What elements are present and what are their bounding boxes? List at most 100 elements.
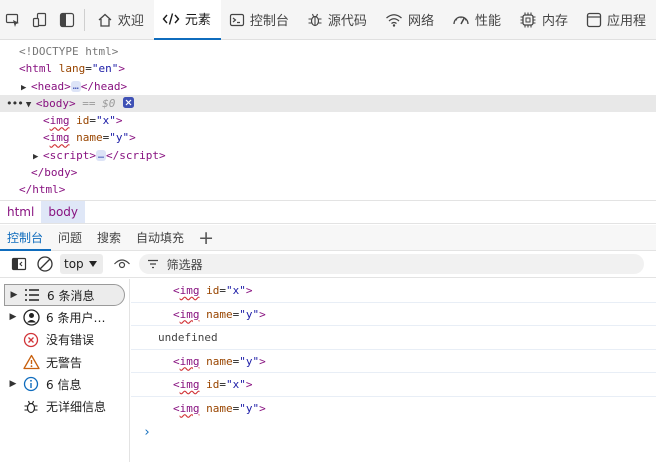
chevron-down-icon: [88, 261, 97, 267]
clear-console-icon[interactable]: [32, 251, 58, 277]
dock-side-icon[interactable]: [53, 0, 80, 40]
error-icon: [22, 331, 40, 349]
console-message[interactable]: <img name="y">: [131, 397, 656, 421]
tab-application[interactable]: 应用程: [578, 0, 656, 40]
app-icon: [586, 12, 602, 27]
expand-triangle-icon[interactable]: ▶: [5, 290, 23, 300]
dollar-zero-note: == $0: [82, 96, 116, 110]
drawer-tab-console[interactable]: 控制台: [0, 225, 52, 251]
wifi-icon: [386, 13, 402, 27]
sidebar-item-label: 6 条消息: [47, 288, 95, 303]
tag-name: img: [179, 354, 200, 368]
device-emulation-icon[interactable]: [27, 0, 54, 40]
sidebar-item-user-messages[interactable]: ▶ 6 条用户…: [4, 306, 129, 328]
toolbar-separator: [83, 8, 85, 31]
attr-value: "y": [239, 401, 260, 415]
sidebar-item-label: 无详细信息: [46, 400, 107, 415]
prompt-chevron-icon: ›: [143, 425, 151, 440]
tag-name: script: [119, 148, 160, 162]
tag-name: head: [94, 79, 121, 93]
tree-body-close[interactable]: </body>: [0, 164, 656, 181]
breadcrumb: html body: [0, 200, 656, 224]
filter-input[interactable]: 筛选器: [138, 254, 644, 274]
drawer-tab-issues[interactable]: 问题: [51, 225, 90, 251]
console-message[interactable]: <img id="x">: [131, 373, 656, 397]
filter-icon: [147, 259, 158, 269]
console-messages: <img id="x"> <img name="y"> undefined <i…: [131, 279, 656, 462]
console-toolbar: top 筛选器: [0, 251, 656, 278]
attr-name: id: [206, 378, 220, 391]
tree-html-open[interactable]: <html lang="en">: [0, 60, 656, 77]
gauge-icon: [453, 15, 469, 24]
attr-value: "x": [96, 114, 116, 128]
tree-img-x[interactable]: <img id="x">: [0, 112, 656, 129]
attr-name: id: [76, 114, 90, 128]
tag-name: body: [42, 96, 70, 110]
elements-tree: <!DOCTYPE html> <html lang="en"> ▶ <head>…: [0, 40, 656, 200]
breadcrumb-body[interactable]: body: [41, 201, 86, 223]
tab-memory[interactable]: 内存: [511, 0, 578, 40]
tree-head[interactable]: ▶ <head>… </head>: [0, 78, 656, 95]
devtools-toolbar: 欢迎 元素 控制台 源代码 网络 性能 内存 应用程: [0, 0, 656, 40]
sidebar-item-warnings[interactable]: 无警告: [4, 351, 129, 373]
tree-doctype[interactable]: <!DOCTYPE html>: [0, 43, 656, 60]
filter-placeholder: 筛选器: [166, 257, 203, 272]
tab-welcome[interactable]: 欢迎: [89, 0, 154, 40]
expand-triangle-icon[interactable]: ▶: [4, 379, 22, 389]
doctype-text: <!DOCTYPE html>: [19, 45, 119, 58]
sidebar-item-messages[interactable]: ▶ 6 条消息: [4, 284, 125, 307]
tab-label: 性能: [474, 14, 501, 29]
tree-body-selected[interactable]: ••• ▼ <body> == $0: [0, 94, 656, 113]
drawer-tab-autofill[interactable]: 自动填充: [129, 225, 192, 251]
live-expression-eye-icon[interactable]: [109, 251, 135, 277]
tree-html-close[interactable]: </html>: [0, 181, 656, 198]
home-icon: [98, 13, 112, 27]
console-message[interactable]: <img id="x">: [131, 279, 656, 303]
tag-name: img: [179, 401, 200, 415]
tag-name: script: [49, 148, 90, 162]
inspect-element-icon[interactable]: [0, 0, 27, 40]
sidebar-item-label: 无警告: [46, 355, 83, 370]
attr-name: lang: [58, 62, 86, 76]
tag-name: head: [37, 79, 65, 93]
screenshot-badge-icon[interactable]: [122, 96, 135, 109]
tree-script[interactable]: ▶ <script>… </script>: [0, 147, 656, 164]
tab-performance[interactable]: 性能: [444, 0, 511, 40]
user-icon: [22, 308, 40, 326]
tab-elements[interactable]: 元素: [153, 0, 221, 40]
sidebar-item-label: 6 条用户…: [46, 310, 106, 325]
attr-name: name: [76, 131, 103, 145]
tab-label: 欢迎: [117, 14, 144, 29]
console-message[interactable]: undefined: [131, 326, 656, 350]
sidebar-item-verbose[interactable]: 无详细信息: [4, 395, 129, 417]
context-selector[interactable]: top: [60, 254, 103, 274]
tag-name: body: [44, 166, 71, 180]
more-options-icon[interactable]: •••: [6, 97, 24, 110]
collapsed-ellipsis-icon[interactable]: …: [70, 80, 81, 92]
tab-network[interactable]: 网络: [377, 0, 444, 40]
sidebar-item-info[interactable]: ▶ 6 信息: [4, 373, 129, 395]
console-prompt-input[interactable]: ›: [131, 420, 656, 446]
attr-name: name: [206, 354, 233, 368]
undefined-result: undefined: [158, 331, 218, 344]
breadcrumb-html[interactable]: html: [0, 201, 41, 223]
attr-value: "y": [109, 131, 130, 145]
expand-triangle-icon[interactable]: ▶: [4, 312, 22, 322]
bug-verbose-icon: [22, 398, 40, 416]
sidebar-item-errors[interactable]: 没有错误: [4, 329, 129, 351]
sidebar-item-label: 6 信息: [46, 377, 82, 392]
tab-console[interactable]: 控制台: [221, 0, 299, 40]
drawer-tab-search[interactable]: 搜索: [90, 225, 129, 251]
tab-label: 网络: [407, 14, 434, 29]
tab-sources[interactable]: 源代码: [299, 0, 377, 40]
tree-img-y[interactable]: <img name="y">: [0, 129, 656, 146]
attr-value: "en": [91, 62, 119, 76]
console-message[interactable]: <img name="y">: [131, 350, 656, 373]
console-message[interactable]: <img name="y">: [131, 303, 656, 326]
attr-value: "y": [239, 354, 260, 368]
add-tool-icon[interactable]: +: [192, 225, 222, 251]
chip-icon: [520, 12, 536, 27]
toggle-sidebar-icon[interactable]: [6, 251, 32, 277]
context-label: top: [64, 257, 84, 271]
collapsed-ellipsis-icon[interactable]: …: [96, 149, 107, 161]
